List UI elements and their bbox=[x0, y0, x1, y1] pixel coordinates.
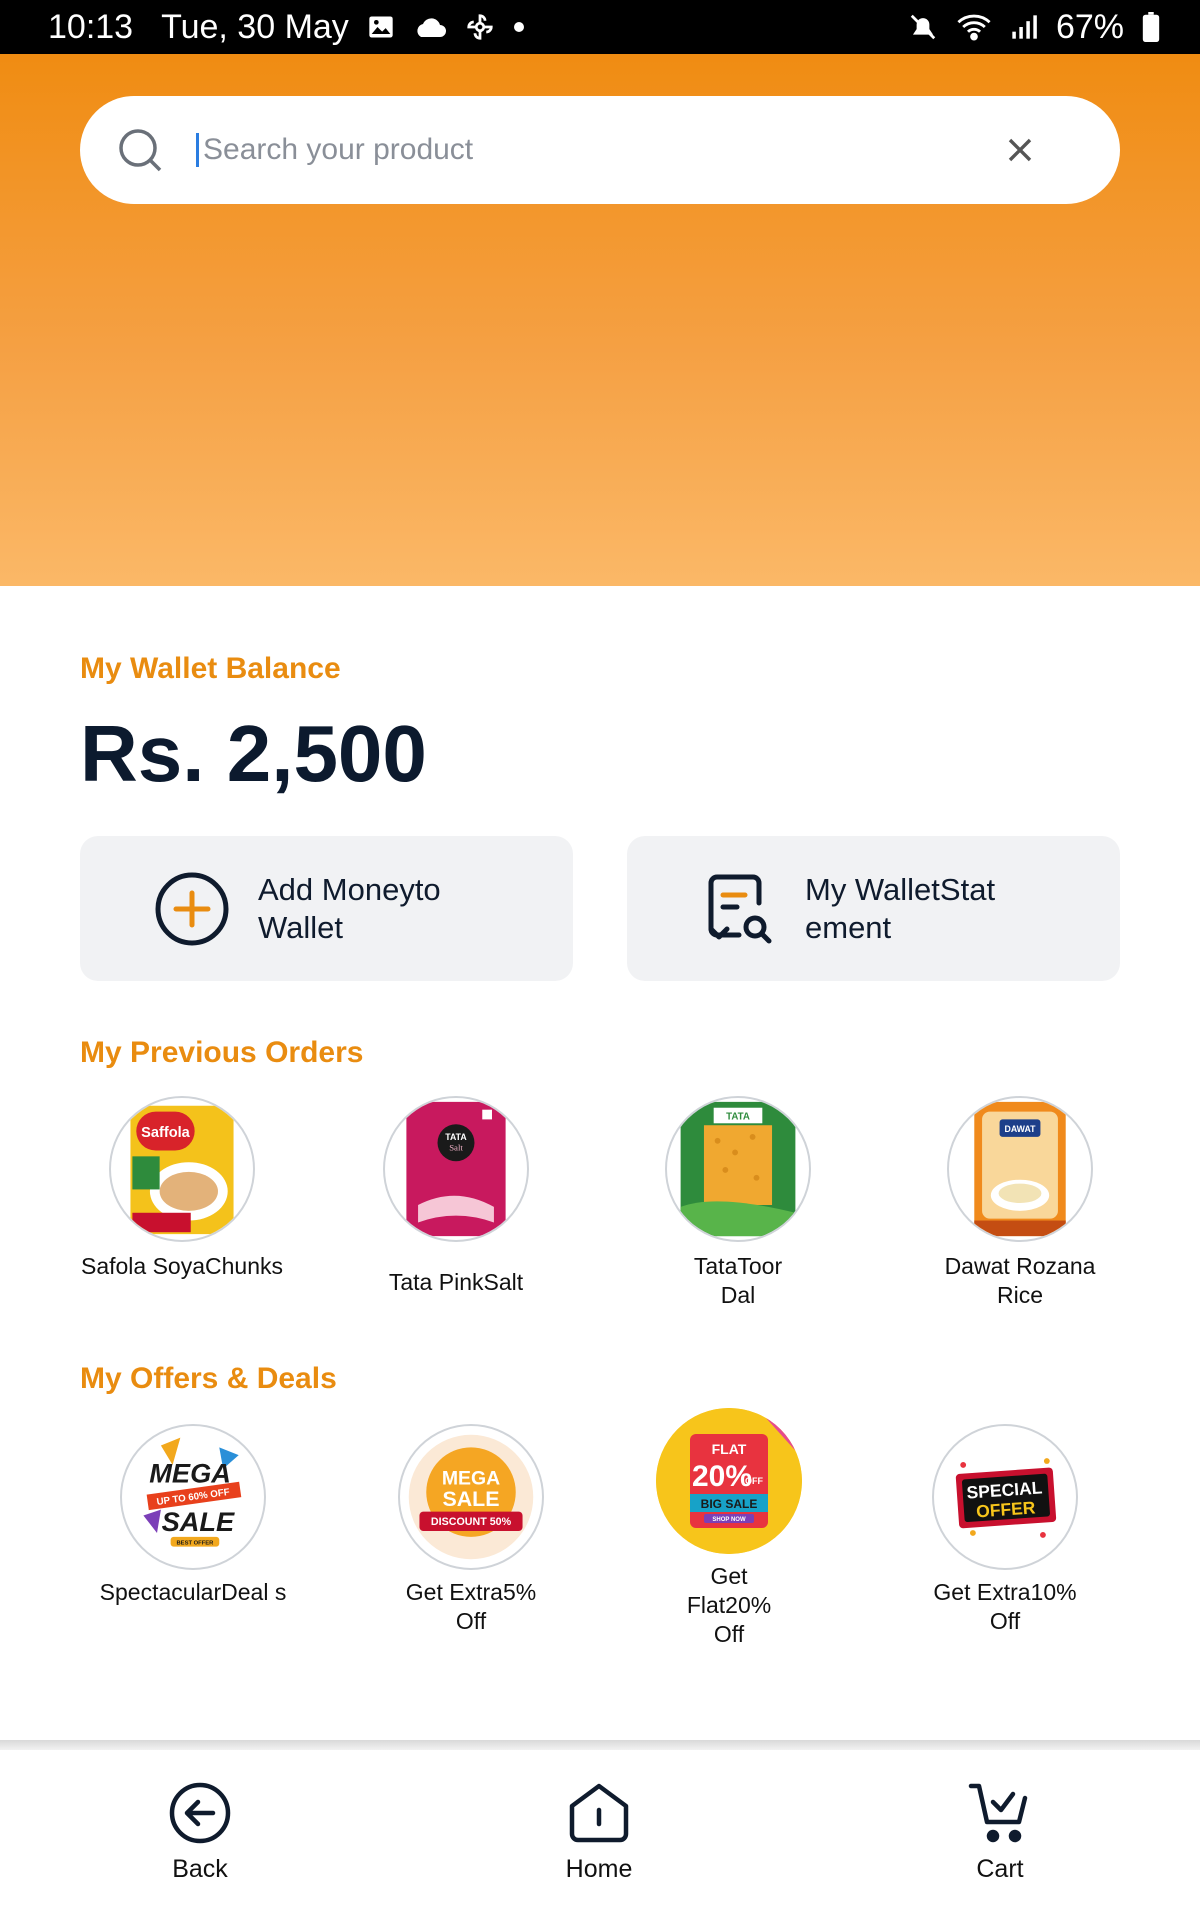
tata-toor-dal-image: TATA bbox=[665, 1096, 811, 1242]
svg-text:20%: 20% bbox=[692, 1460, 752, 1493]
svg-text:OFFER: OFFER bbox=[976, 1497, 1037, 1521]
order-item[interactable]: TATA TataToor Dal bbox=[618, 1096, 858, 1310]
nav-home[interactable]: Home bbox=[519, 1780, 679, 1884]
order-item-name: Safola SoyaChunks bbox=[80, 1253, 283, 1279]
svg-text:DISCOUNT 50%: DISCOUNT 50% bbox=[431, 1516, 512, 1528]
order-item-name: Tata PinkSalt bbox=[388, 1269, 524, 1295]
status-date: Tue, 30 May bbox=[161, 7, 349, 46]
flat-20-off-badge: FLAT 20% OFF BIG SALE SHOP NOW bbox=[656, 1408, 802, 1554]
svg-text:MEGA: MEGA bbox=[149, 1457, 231, 1488]
add-money-label: Add Moneyto Wallet bbox=[258, 871, 441, 945]
wifi-icon bbox=[956, 12, 992, 42]
search-input[interactable] bbox=[196, 133, 980, 167]
nav-back[interactable]: Back bbox=[120, 1780, 280, 1884]
order-item[interactable]: Saffola Safola SoyaChunks bbox=[62, 1096, 302, 1281]
order-item[interactable]: TATA Salt Tata PinkSalt bbox=[336, 1096, 576, 1297]
offer-item-name: Get Extra10% Off bbox=[933, 1579, 1077, 1634]
svg-text:Salt: Salt bbox=[449, 1143, 463, 1153]
home-icon bbox=[569, 1783, 629, 1843]
nav-home-label: Home bbox=[565, 1855, 633, 1883]
svg-text:BIG SALE: BIG SALE bbox=[701, 1497, 758, 1511]
cart-icon bbox=[968, 1783, 1028, 1843]
wallet-card: My Wallet Balance Rs. 2,500 Add Moneyto … bbox=[0, 586, 1200, 1740]
plus-circle-icon bbox=[155, 872, 229, 945]
nav-cart[interactable]: Cart bbox=[920, 1780, 1080, 1884]
previous-orders-list: Saffola Safola SoyaChunks TATA Salt Tata… bbox=[0, 1096, 1200, 1316]
offer-item[interactable]: MEGA SALE DISCOUNT 50% Get Extra5% Off bbox=[346, 1424, 596, 1636]
add-money-button[interactable]: Add Moneyto Wallet bbox=[80, 836, 573, 981]
mega-sale-discount-badge: MEGA SALE DISCOUNT 50% bbox=[398, 1424, 544, 1570]
svg-text:SHOP NOW: SHOP NOW bbox=[712, 1517, 746, 1523]
offer-item[interactable]: SPECIAL OFFER Get Extra10% Off bbox=[880, 1424, 1130, 1636]
mega-sale-badge: MEGA UP TO 60% OFF SALE BEST OFFER bbox=[120, 1424, 266, 1570]
svg-text:BEST OFFER: BEST OFFER bbox=[176, 1541, 214, 1547]
offer-item-name: Get Flat20% Off bbox=[686, 1563, 772, 1647]
statement-search-icon bbox=[708, 874, 772, 943]
offer-item-name: SpectacularDeal s bbox=[99, 1579, 287, 1605]
previous-orders-title: My Previous Orders bbox=[80, 1036, 364, 1069]
wallet-title: My Wallet Balance bbox=[80, 652, 341, 685]
offer-item[interactable]: MEGA UP TO 60% OFF SALE BEST OFFER Spect… bbox=[68, 1424, 318, 1607]
order-item[interactable]: DAWAT Dawat Rozana Rice bbox=[900, 1096, 1140, 1310]
special-offer-badge: SPECIAL OFFER bbox=[932, 1424, 1078, 1570]
battery-percent: 67% bbox=[1055, 7, 1124, 46]
offer-item-name: Get Extra5% Off bbox=[405, 1579, 537, 1634]
offer-item[interactable]: FLAT 20% OFF BIG SALE SHOP NOW Get Flat2… bbox=[604, 1408, 854, 1649]
svg-text:TATA: TATA bbox=[726, 1111, 750, 1122]
wallet-statement-label: My WalletStat ement bbox=[805, 871, 996, 945]
dot-icon bbox=[513, 21, 525, 33]
svg-text:DAWAT: DAWAT bbox=[1005, 1124, 1037, 1134]
nav-divider bbox=[0, 1740, 1200, 1750]
order-item-name: TataToor Dal bbox=[693, 1253, 783, 1308]
status-time: 10:13 bbox=[48, 7, 134, 46]
dawat-rozana-rice-image: DAWAT bbox=[947, 1096, 1093, 1242]
status-left: 10:13 Tue, 30 May bbox=[48, 8, 525, 47]
nav-cart-label: Cart bbox=[976, 1855, 1024, 1883]
pinwheel-icon bbox=[465, 12, 495, 42]
bottom-nav: Back Home Cart bbox=[0, 1750, 1200, 1920]
offers-title: My Offers & Deals bbox=[80, 1362, 337, 1395]
svg-text:SALE: SALE bbox=[162, 1506, 235, 1537]
svg-text:TATA: TATA bbox=[445, 1132, 467, 1142]
search-bar[interactable] bbox=[80, 96, 1120, 204]
svg-text:SALE: SALE bbox=[442, 1487, 499, 1511]
mute-icon bbox=[908, 12, 938, 42]
safola-soya-chunks-image: Saffola bbox=[109, 1096, 255, 1242]
image-icon bbox=[367, 13, 395, 41]
cloud-icon bbox=[413, 14, 447, 40]
close-icon[interactable] bbox=[1000, 130, 1040, 170]
battery-icon bbox=[1142, 12, 1160, 42]
wallet-balance: Rs. 2,500 bbox=[80, 709, 427, 798]
back-arrow-icon bbox=[169, 1782, 231, 1844]
status-bar: 10:13 Tue, 30 May 67% bbox=[0, 0, 1200, 54]
search-icon bbox=[119, 129, 162, 172]
order-item-name: Dawat Rozana Rice bbox=[944, 1253, 1096, 1308]
wallet-statement-button[interactable]: My WalletStat ement bbox=[627, 836, 1120, 981]
svg-text:FLAT: FLAT bbox=[712, 1441, 747, 1457]
signal-icon bbox=[1010, 13, 1038, 41]
offers-list: MEGA UP TO 60% OFF SALE BEST OFFER Spect… bbox=[0, 1408, 1200, 1684]
header-background bbox=[0, 54, 1200, 586]
svg-text:OFF: OFF bbox=[745, 1476, 763, 1486]
tata-pink-salt-image: TATA Salt bbox=[383, 1096, 529, 1242]
svg-text:Saffola: Saffola bbox=[141, 1125, 190, 1141]
nav-back-label: Back bbox=[172, 1855, 228, 1883]
status-right: 67% bbox=[908, 8, 1160, 47]
